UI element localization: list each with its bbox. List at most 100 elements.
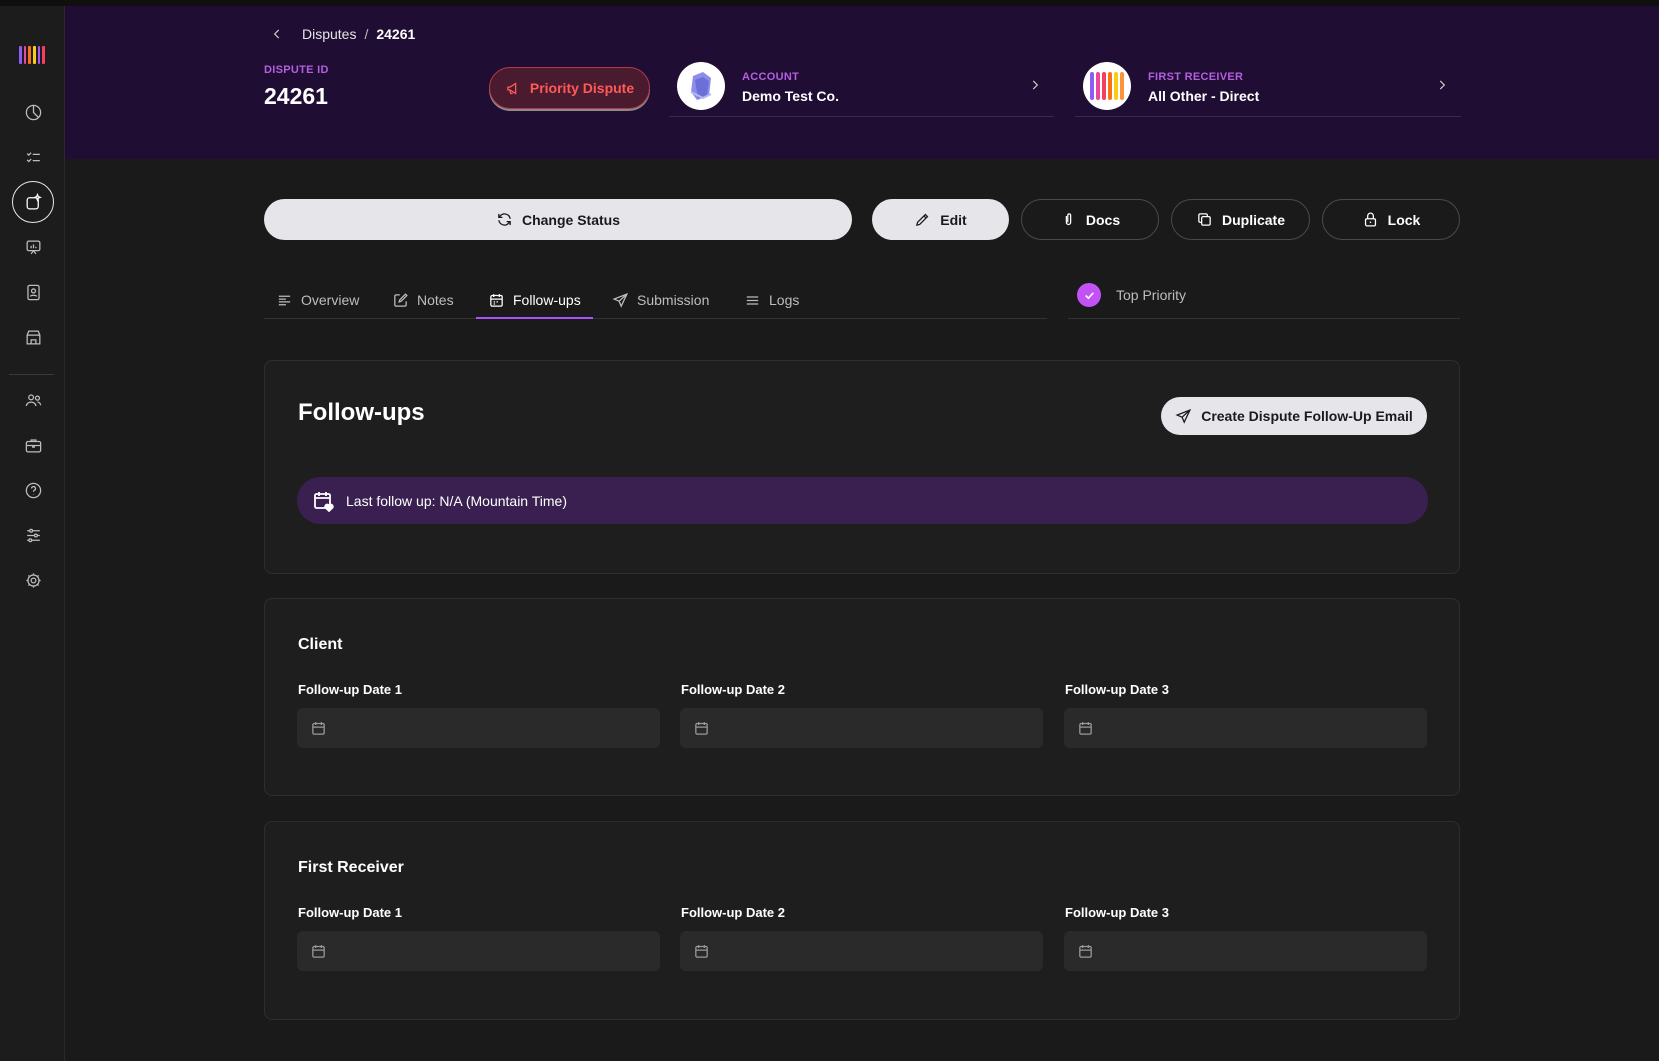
account-card[interactable]: ACCOUNT Demo Test Co. xyxy=(669,60,1054,117)
edit-button[interactable]: Edit xyxy=(872,199,1009,240)
tab-follow-ups-label: Follow-ups xyxy=(513,292,581,308)
presentation-chart-icon xyxy=(26,240,40,254)
create-follow-up-email-button[interactable]: Create Dispute Follow-Up Email xyxy=(1161,397,1427,435)
calendar-icon xyxy=(1079,721,1092,735)
account-avatar xyxy=(677,62,725,110)
client-date-3-input[interactable] xyxy=(1064,708,1427,748)
first-receiver-section: First Receiver Follow-up Date 1 Follow-u… xyxy=(264,821,1460,1020)
client-date-3-label: Follow-up Date 3 xyxy=(1065,682,1169,697)
account-logo-icon xyxy=(690,72,712,100)
breadcrumb-disputes-link[interactable]: Disputes xyxy=(302,26,356,42)
sidebar-item-tasks[interactable] xyxy=(12,136,54,178)
receiver-date-2-input[interactable] xyxy=(680,931,1043,971)
client-title: Client xyxy=(298,636,343,653)
client-date-2-label: Follow-up Date 2 xyxy=(681,682,785,697)
client-date-1-input[interactable] xyxy=(297,708,660,748)
receiver-date-3-input[interactable] xyxy=(1064,931,1427,971)
tab-follow-ups[interactable]: Follow-ups xyxy=(476,288,593,319)
breadcrumb: Disputes / 24261 xyxy=(270,26,415,42)
store-icon xyxy=(26,330,40,344)
chevron-left-icon[interactable] xyxy=(270,27,284,41)
client-date-2-input[interactable] xyxy=(680,708,1043,748)
top-priority-checkbox[interactable] xyxy=(1077,283,1101,307)
first-receiver-title: First Receiver xyxy=(298,859,404,876)
last-follow-up-banner: Last follow up: N/A (Mountain Time) xyxy=(297,477,1428,524)
pencil-icon xyxy=(916,213,929,227)
breadcrumb-separator: / xyxy=(364,26,369,42)
duplicate-label: Duplicate xyxy=(1221,211,1285,228)
priority-dispute-button[interactable]: Priority Dispute xyxy=(489,67,650,109)
pencil-square-icon xyxy=(394,293,408,307)
app-logo[interactable] xyxy=(19,46,46,64)
calendar-heart-icon xyxy=(314,491,334,512)
tabs-divider xyxy=(264,318,1047,319)
receiver-date-1-label: Follow-up Date 1 xyxy=(298,905,402,920)
account-name: Demo Test Co. xyxy=(742,88,839,104)
disputes-icon xyxy=(26,192,42,209)
calendar-icon xyxy=(312,721,325,735)
paperclip-icon xyxy=(1065,213,1072,226)
send-icon xyxy=(1175,408,1192,424)
briefcase-icon xyxy=(25,438,41,452)
chevron-right-icon xyxy=(1032,80,1039,90)
receiver-logo-icon xyxy=(1090,72,1124,100)
sliders-icon xyxy=(26,528,40,542)
receiver-date-3-label: Follow-up Date 3 xyxy=(1065,905,1169,920)
sidebar-item-disputes[interactable] xyxy=(12,181,54,223)
follow-ups-title: Follow-ups xyxy=(298,399,425,426)
change-status-label: Change Status xyxy=(521,211,620,228)
tab-overview[interactable]: Overview xyxy=(264,288,371,318)
client-section: Client Follow-up Date 1 Follow-up Date 2… xyxy=(264,598,1460,796)
first-receiver-label: FIRST RECEIVER xyxy=(1148,71,1244,83)
sidebar xyxy=(0,6,65,1061)
help-icon xyxy=(25,482,41,498)
tab-logs-label: Logs xyxy=(769,292,800,308)
first-receiver-card[interactable]: FIRST RECEIVER All Other - Direct xyxy=(1075,60,1461,117)
client-date-1-label: Follow-up Date 1 xyxy=(298,682,402,697)
duplicate-button[interactable]: Duplicate xyxy=(1171,199,1310,240)
receiver-date-1-input[interactable] xyxy=(297,931,660,971)
tab-notes[interactable]: Notes xyxy=(380,288,466,318)
first-receiver-name: All Other - Direct xyxy=(1148,88,1260,104)
megaphone-icon xyxy=(507,81,517,95)
tab-notes-label: Notes xyxy=(417,292,454,308)
top-priority-label: Top Priority xyxy=(1116,287,1187,303)
sidebar-item-filters[interactable] xyxy=(12,514,54,556)
calendar-icon xyxy=(312,944,325,958)
account-label: ACCOUNT xyxy=(742,71,800,83)
sidebar-item-settings[interactable] xyxy=(12,559,54,601)
edit-label: Edit xyxy=(940,211,967,228)
lock-label: Lock xyxy=(1387,211,1421,228)
last-follow-up-text: Last follow up: N/A (Mountain Time) xyxy=(346,492,567,509)
first-receiver-avatar xyxy=(1083,62,1131,110)
tab-overview-label: Overview xyxy=(301,292,360,308)
chevron-right-icon xyxy=(1439,80,1446,90)
docs-button[interactable]: Docs xyxy=(1021,199,1159,240)
sidebar-item-help[interactable] xyxy=(12,469,54,511)
sidebar-divider xyxy=(9,374,54,375)
sidebar-item-stores[interactable] xyxy=(12,316,54,358)
calendar-icon xyxy=(695,944,708,958)
lock-button[interactable]: Lock xyxy=(1322,199,1460,240)
sidebar-item-contacts[interactable] xyxy=(12,271,54,313)
dispute-id-label: DISPUTE ID xyxy=(264,64,329,76)
follow-ups-card: Follow-ups Create Dispute Follow-Up Emai… xyxy=(264,360,1460,574)
tab-logs[interactable]: Logs xyxy=(732,288,811,318)
tab-submission[interactable]: Submission xyxy=(600,288,721,318)
calendar-icon xyxy=(490,294,503,307)
refresh-icon xyxy=(498,213,511,226)
top-priority-toggle[interactable]: Top Priority xyxy=(1068,279,1460,319)
chart-pie-icon xyxy=(25,104,41,120)
contact-card-icon xyxy=(26,284,40,300)
sidebar-item-cases[interactable] xyxy=(12,424,54,466)
docs-label: Docs xyxy=(1085,211,1121,228)
tab-submission-label: Submission xyxy=(637,292,710,308)
sidebar-item-reports[interactable] xyxy=(12,226,54,268)
sidebar-item-users[interactable] xyxy=(12,379,54,421)
dispute-id-value: 24261 xyxy=(264,83,328,109)
copy-icon xyxy=(1198,213,1211,226)
change-status-button[interactable]: Change Status xyxy=(264,199,852,240)
priority-dispute-label: Priority Dispute xyxy=(529,80,635,96)
menu-icon xyxy=(746,296,759,305)
sidebar-item-dashboard[interactable] xyxy=(12,91,54,133)
